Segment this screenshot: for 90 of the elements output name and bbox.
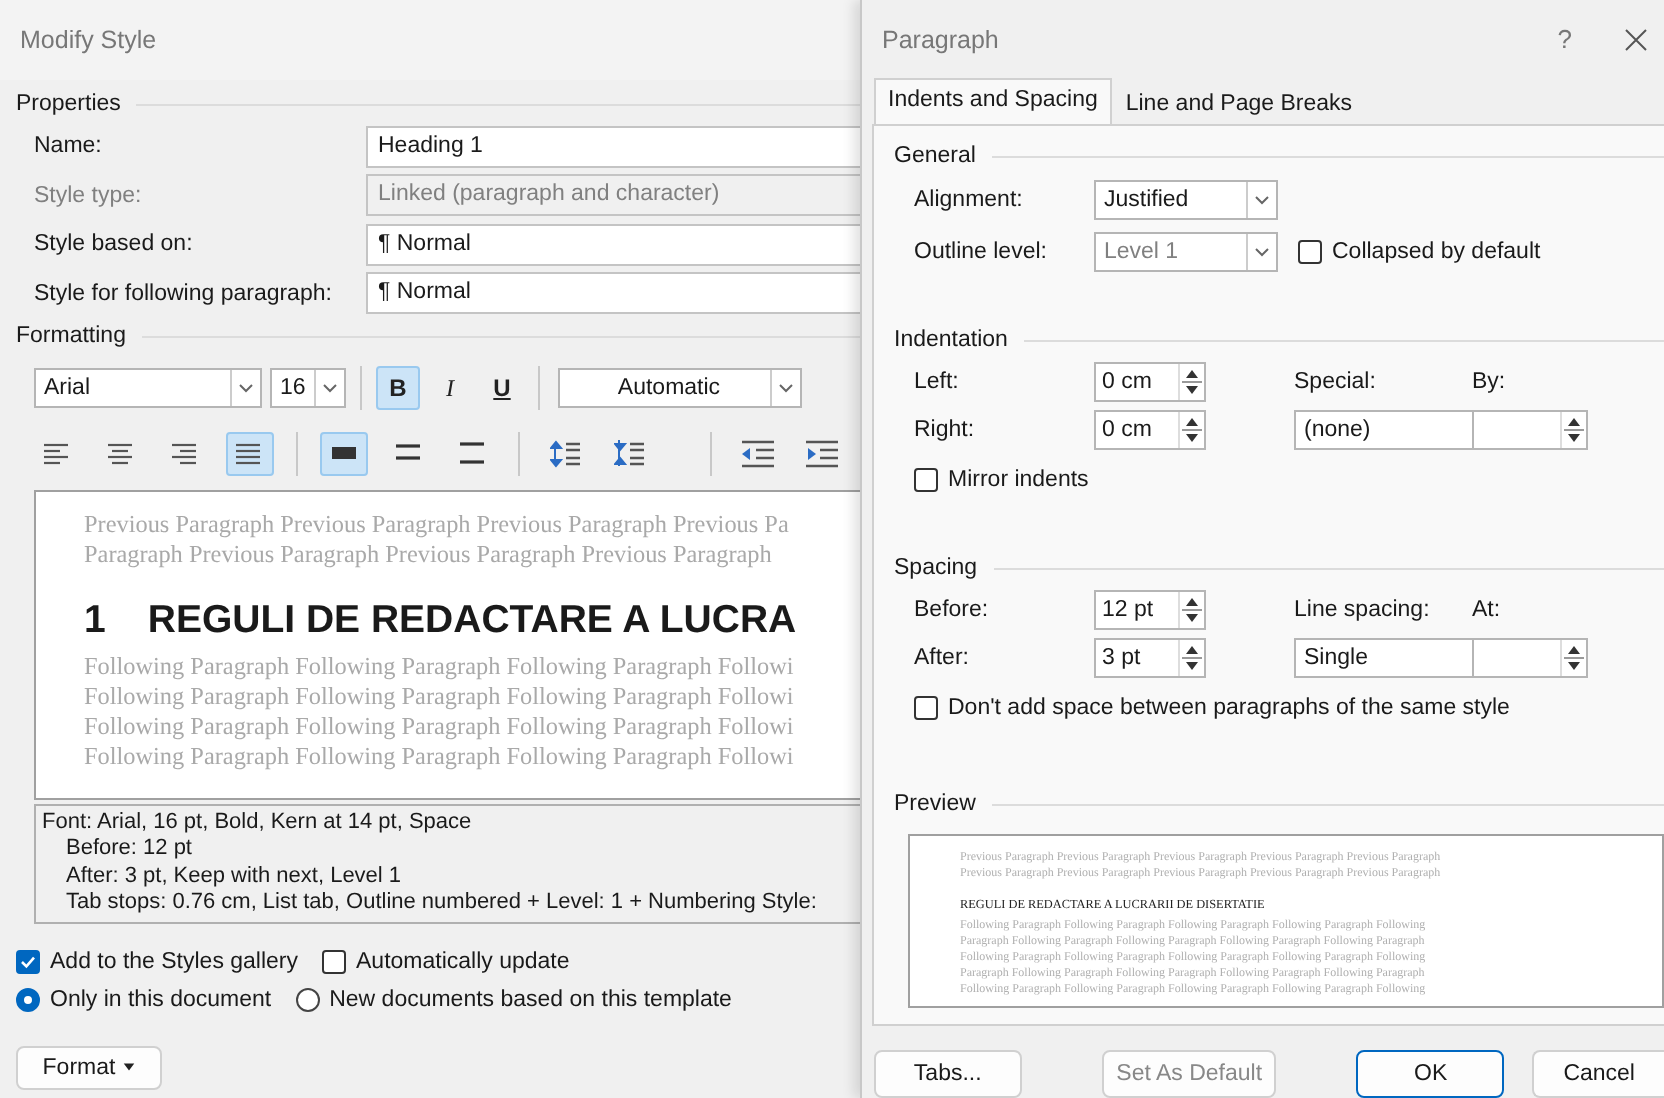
section-heading: Properties <box>16 92 121 116</box>
text-alignment-icon <box>236 442 264 466</box>
field-label: Style based on: <box>34 232 195 257</box>
paragraph-spacing-icon <box>550 440 582 468</box>
field-label: Right: <box>914 418 977 442</box>
spinner-arrows-icon[interactable] <box>1178 640 1204 676</box>
help-button[interactable]: ? <box>1557 24 1572 54</box>
checkbox-label: Automatically update <box>356 950 570 975</box>
alignment-dropdown[interactable]: Justified <box>1094 180 1278 220</box>
window-title: Paragraph <box>882 25 999 53</box>
color-dropdown[interactable]: Automatic <box>558 368 802 408</box>
field-label: Name: <box>34 134 104 159</box>
field-label: Special: <box>1294 370 1378 394</box>
tab[interactable]: Line and Page Breaks <box>1111 82 1367 124</box>
text-alignment-icon <box>172 442 200 466</box>
preview-text: Following Paragraph Following Paragraph Following Paragraph Followi <box>84 652 796 682</box>
toolbar-button[interactable] <box>320 432 368 476</box>
field-label: Style type: <box>34 183 144 208</box>
section-heading: Preview <box>894 792 976 816</box>
field-label: Left: <box>914 370 961 394</box>
window-title: Modify Style <box>20 26 157 54</box>
spin-field[interactable]: 12 pt <box>1094 590 1206 630</box>
line-spacing-icon <box>458 440 486 468</box>
preview-text: Previous Paragraph Previous Paragraph Previous Paragraph Previous Pa <box>84 510 791 540</box>
description-text: Before: 12 pt <box>64 836 194 864</box>
heading-number: 1 <box>84 598 106 644</box>
checkbox[interactable] <box>914 468 938 492</box>
section-heading: Formatting <box>16 324 126 348</box>
field-label: At: <box>1472 598 1503 622</box>
checkbox-label: Don't add space between paragraphs of the same style <box>948 696 1510 720</box>
format-button[interactable]: U <box>480 366 524 410</box>
description-text: Font: Arial, 16 pt, Bold, Kern at 14 pt, Space <box>42 810 474 837</box>
toolbar-button[interactable] <box>226 432 274 476</box>
spin-field[interactable] <box>1472 638 1588 678</box>
checkbox[interactable] <box>1298 240 1322 264</box>
text-alignment-icon <box>108 442 136 466</box>
dialog-button[interactable]: Cancel <box>1532 1050 1664 1098</box>
checkbox[interactable] <box>914 696 938 720</box>
field-label: Style for following paragraph: <box>34 281 334 306</box>
text-alignment-icon <box>44 442 72 466</box>
preview-text: Following Paragraph Following Paragraph Following Paragraph Followi <box>84 682 796 712</box>
spinner-arrows-icon[interactable] <box>1178 412 1204 448</box>
checkbox[interactable] <box>322 950 347 975</box>
spinner-arrows-icon[interactable] <box>1560 412 1586 448</box>
preview-text: Following Paragraph Following Paragraph Following Paragraph Followi <box>84 742 796 772</box>
input-field[interactable]: Heading 1 <box>366 125 860 168</box>
format-button[interactable]: I <box>428 366 472 410</box>
radio-label: New documents based on this template <box>329 988 732 1013</box>
checkbox-label: Collapsed by default <box>1332 240 1541 264</box>
preview-text: Paragraph Previous Paragraph Previous Paragraph Previous Paragraph <box>84 540 774 570</box>
input-field[interactable]: ¶ Normal <box>366 272 860 315</box>
checkbox-label: Mirror indents <box>948 468 1089 492</box>
section-heading: Indentation <box>894 328 1008 352</box>
spinner-arrows-icon[interactable] <box>1178 364 1204 400</box>
spinner-arrows-icon[interactable] <box>1560 640 1586 676</box>
field-label: Line spacing: <box>1294 598 1432 622</box>
section-heading: Spacing <box>894 556 978 580</box>
radio-button[interactable] <box>16 988 40 1013</box>
description-text: Tab stops: 0.76 cm, List tab, Outline numbered + Level: 1 + Numbering Style: <box>64 890 819 918</box>
description-text: After: 3 pt, Keep with next, Level 1 <box>64 863 404 891</box>
preview-text: Following Paragraph Following Paragraph Following Paragraph Followi <box>84 712 796 742</box>
indent-icon <box>742 440 774 468</box>
radio-button[interactable] <box>295 988 320 1013</box>
field-label: Before: <box>914 598 991 622</box>
checkbox-label: Add to the Styles gallery <box>50 950 299 975</box>
tab[interactable]: Indents and Spacing <box>874 78 1112 124</box>
spin-field[interactable] <box>1472 410 1588 450</box>
spin-field[interactable]: 0 cm <box>1094 362 1206 402</box>
size-dropdown[interactable]: 16 <box>270 368 346 408</box>
checkbox[interactable] <box>16 950 40 975</box>
spinner-arrows-icon[interactable] <box>1178 592 1204 628</box>
field-label: By: <box>1472 370 1508 394</box>
heading-text: REGULI DE REDACTARE A LUCRA <box>147 598 797 644</box>
indent-icon <box>806 440 838 468</box>
section-heading: General <box>894 144 976 168</box>
spin-field[interactable]: 3 pt <box>1094 638 1206 678</box>
field-label: Outline level: <box>914 240 1049 264</box>
dialog-button[interactable]: OK <box>1356 1050 1505 1098</box>
format-button[interactable]: Format <box>16 1045 162 1090</box>
close-icon[interactable] <box>1624 27 1648 51</box>
format-button[interactable]: B <box>376 366 420 410</box>
field-label: After: <box>914 646 971 670</box>
caret-icon <box>121 1060 136 1075</box>
spin-field[interactable]: 0 cm <box>1094 410 1206 450</box>
radio-label: Only in this document <box>50 988 272 1013</box>
dialog-button[interactable]: Tabs... <box>874 1050 1022 1098</box>
paragraph-spacing-icon <box>614 440 646 468</box>
input-field[interactable]: ¶ Normal <box>366 223 860 266</box>
font-dropdown[interactable]: Arial <box>34 368 262 408</box>
field-label: Alignment: <box>914 188 1025 212</box>
